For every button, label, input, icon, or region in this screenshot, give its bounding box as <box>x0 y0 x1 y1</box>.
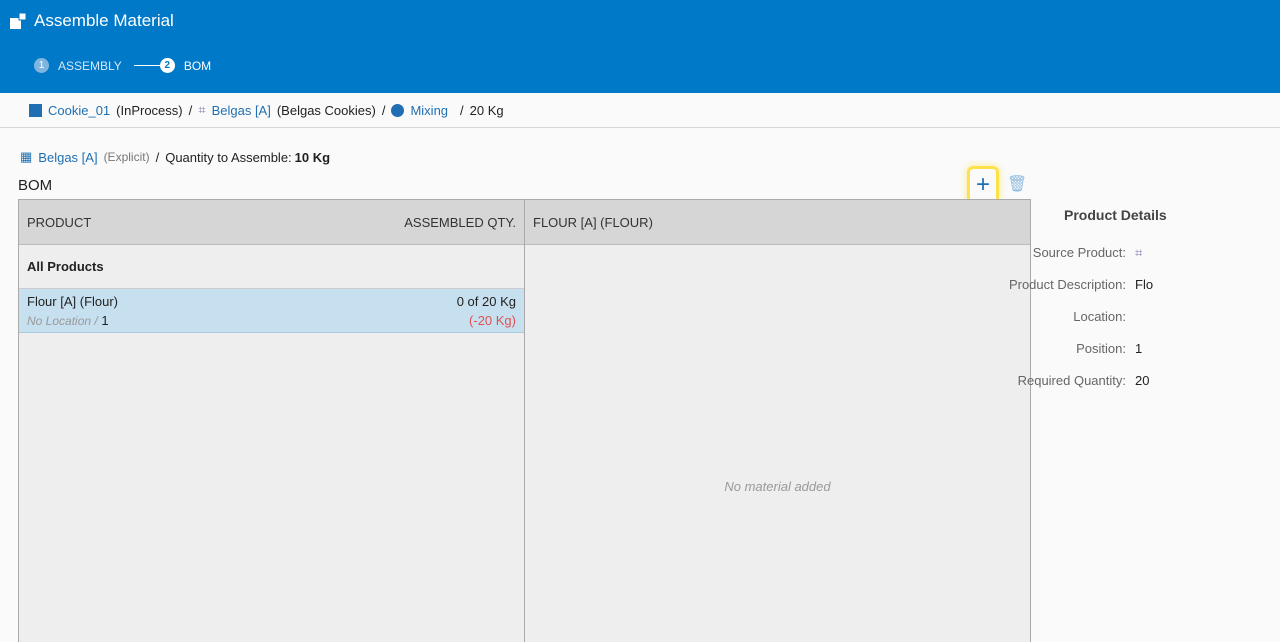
bom-label: BOM <box>18 177 53 194</box>
detail-description: Product Description: Flo <box>944 277 1153 292</box>
detail-value: 20 <box>1135 373 1150 388</box>
wizard-steps: 1 ASSEMBLY 2 BOM <box>34 58 211 73</box>
material-state: (InProcess) <box>116 102 183 118</box>
bom-subheader: ▦ Belgas [A] (Explicit) / Quantity to As… <box>20 149 330 165</box>
bom-products-panel: PRODUCT ASSEMBLED QTY. All Products Flou… <box>18 199 525 642</box>
step-link[interactable]: Mixing <box>410 103 448 118</box>
details-title: Product Details <box>1064 207 1167 223</box>
row-position: 1 <box>101 313 109 328</box>
page-title: Assemble Material <box>34 11 174 30</box>
detail-required-qty: Required Quantity: 20 <box>944 373 1150 388</box>
detail-label: Required Quantity: <box>1017 373 1126 388</box>
detail-value: Flo <box>1135 277 1154 292</box>
step-2-label[interactable]: BOM <box>184 59 211 73</box>
detail-label: Product Description: <box>1008 277 1126 292</box>
material-header: FLOUR [A] (FLOUR) <box>525 200 1030 245</box>
table-row[interactable]: Flour [A] (Flour) 0 of 20 Kg No Location … <box>19 289 524 333</box>
material-link[interactable]: Cookie_01 <box>48 103 110 118</box>
breadcrumb: Cookie_01 (InProcess) / ⌗ Belgas [A] (Be… <box>0 93 1280 128</box>
trash-icon: 🗑 <box>1007 176 1028 193</box>
row-diff: (-20 Kg) <box>469 313 516 328</box>
step-icon <box>391 103 405 117</box>
separator: / <box>155 149 160 165</box>
row-qty: 0 of 20 Kg <box>456 294 516 309</box>
product-icon: ⌗ <box>198 102 206 117</box>
qty-label: Quantity to Assemble: <box>165 149 292 165</box>
step-1-label[interactable]: ASSEMBLY <box>58 59 122 73</box>
delete-button[interactable]: 🗑 <box>1007 174 1027 194</box>
bom-link[interactable]: Belgas [A] <box>38 150 97 165</box>
product-link[interactable]: Belgas [A] <box>212 103 271 118</box>
step-connector <box>133 65 160 66</box>
app-logo-icon <box>10 13 26 29</box>
separator: / <box>381 102 386 118</box>
detail-source-product: Source Product: ⌗ <box>944 245 1143 261</box>
app-header: Assemble Material 1 ASSEMBLY 2 BOM <box>0 0 1280 93</box>
separator: / <box>188 102 193 118</box>
detail-label: Location: <box>1073 309 1126 324</box>
row-location: No Location / <box>27 314 98 328</box>
qty-value: 10 Kg <box>294 149 331 165</box>
empty-message: No material added <box>724 479 831 494</box>
row-product: Flour [A] (Flour) <box>27 294 119 309</box>
material-panel: FLOUR [A] (FLOUR) No material added <box>524 199 1031 642</box>
material-header-label: FLOUR [A] (FLOUR) <box>533 214 653 230</box>
separator: / <box>460 102 464 118</box>
col-product: PRODUCT <box>27 214 92 230</box>
detail-label: Position: <box>1076 341 1126 356</box>
col-assembled-qty: ASSEMBLED QTY. <box>404 214 516 230</box>
plus-icon: + <box>975 171 990 198</box>
material-icon <box>29 103 42 117</box>
detail-position: Position: 1 <box>944 341 1142 356</box>
detail-label: Source Product: <box>1032 245 1126 260</box>
quantity: 20 Kg <box>469 102 504 118</box>
product-icon: ⌗ <box>1135 245 1143 260</box>
bom-type: (Explicit) <box>103 150 150 164</box>
step-2-number[interactable]: 2 <box>159 58 175 73</box>
detail-location: Location: <box>944 309 1135 324</box>
product-details: Product Details Source Product: ⌗ Product… <box>1009 207 1167 388</box>
table-header: PRODUCT ASSEMBLED QTY. <box>19 200 524 245</box>
product-description: (Belgas Cookies) <box>276 102 376 118</box>
step-1-number[interactable]: 1 <box>34 58 49 73</box>
group-all-products[interactable]: All Products <box>19 245 524 289</box>
table-icon: ▦ <box>20 149 33 164</box>
detail-value: 1 <box>1135 341 1143 356</box>
